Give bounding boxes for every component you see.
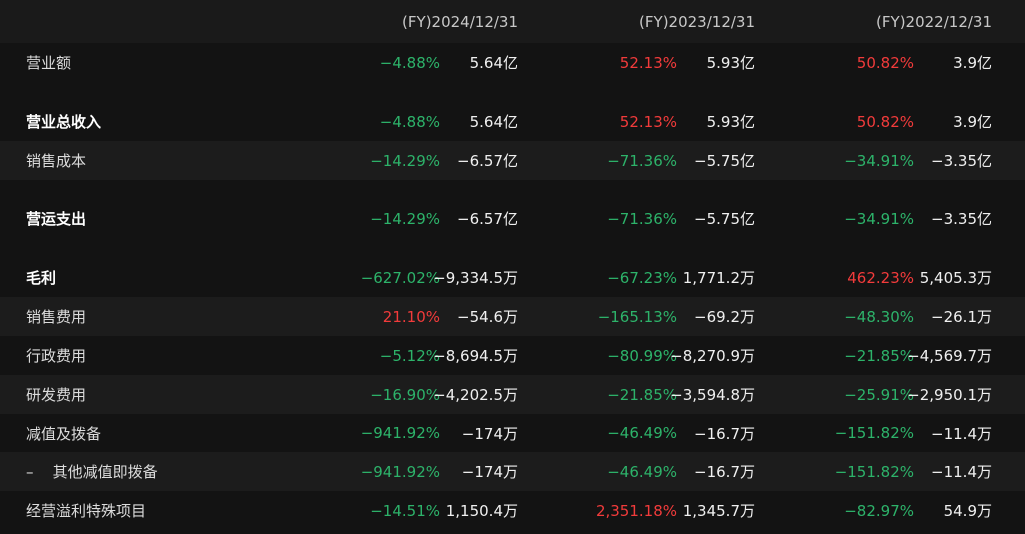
value-2022: 54.9万 (943, 502, 992, 520)
value-2023: −5.75亿 (694, 210, 755, 228)
table-row[interactable]: 营业总收入 −4.88% 5.64亿 52.13% 5.93亿 50.82% 3.9亿 (0, 102, 1025, 141)
value-2022: −2,950.1万 (907, 386, 992, 404)
change-pct-2022: −151.82% (834, 424, 914, 442)
change-pct-2022: 50.82% (856, 112, 914, 131)
value-2024: −6.57亿 (457, 152, 518, 170)
table-row[interactable]: – 其他减值即拨备 −941.92% −174万 −46.49% −16.7万 −151.… (0, 452, 1025, 491)
change-pct-2023: 52.13% (619, 112, 677, 131)
financial-table: (FY)2024/12/31 (FY)2023/12/31 (FY)2022/1… (0, 0, 1025, 534)
change-pct-2023: −46.49% (607, 424, 677, 442)
table-row[interactable]: 营运支出 −14.29% −6.57亿 −71.36% −5.75亿 −34.91% −3.… (0, 199, 1025, 238)
change-pct-2024: −4.88% (379, 112, 440, 131)
value-2024: 5.64亿 (469, 54, 518, 72)
row-label: 经营溢利特殊项目 (26, 502, 147, 520)
value-2024: 5.64亿 (469, 113, 518, 131)
value-2023: −16.7万 (694, 463, 755, 481)
value-2023: −69.2万 (694, 308, 755, 326)
value-2022: 5,405.3万 (919, 269, 992, 287)
value-2024: −54.6万 (457, 308, 518, 326)
change-pct-2023: −80.99% (607, 346, 677, 365)
row-label: – 其他减值即拨备 (26, 463, 158, 481)
value-2022: −3.35亿 (931, 210, 992, 228)
change-pct-2022: 462.23% (847, 268, 914, 287)
table-row[interactable]: 销售费用 21.10% −54.6万 −165.13% −69.2万 −48.30% −26… (0, 297, 1025, 336)
change-pct-2022: −151.82% (834, 462, 914, 481)
table-header: (FY)2024/12/31 (FY)2023/12/31 (FY)2022/1… (0, 0, 1025, 43)
value-2024: −174万 (461, 463, 518, 481)
value-2022: −3.35亿 (931, 152, 992, 170)
change-pct-2023: −165.13% (597, 307, 677, 326)
change-pct-2024: −941.92% (360, 462, 440, 481)
table-row[interactable]: 减值及拨备 −941.92% −174万 −46.49% −16.7万 −151.82% −… (0, 414, 1025, 452)
value-2023: 1,345.7万 (682, 502, 755, 520)
column-header-2023[interactable]: (FY)2023/12/31 (639, 0, 755, 43)
change-pct-2024: −627.02% (360, 268, 440, 287)
row-label: 研发费用 (26, 386, 87, 404)
value-2023: 5.93亿 (706, 113, 755, 131)
row-label: 销售成本 (26, 152, 87, 170)
change-pct-2023: −21.85% (607, 385, 677, 404)
change-pct-2023: −67.23% (607, 268, 677, 287)
change-pct-2022: −82.97% (844, 501, 914, 520)
value-2023: −5.75亿 (694, 152, 755, 170)
column-header-2022[interactable]: (FY)2022/12/31 (876, 0, 992, 43)
value-2023: 5.93亿 (706, 54, 755, 72)
value-2022: −26.1万 (931, 308, 992, 326)
value-2022: −11.4万 (931, 424, 992, 443)
row-label: 行政费用 (26, 347, 87, 365)
change-pct-2024: −5.12% (379, 346, 440, 365)
value-2024: −9,334.5万 (433, 269, 518, 287)
table-row[interactable]: 经营溢利特殊项目 −14.51% 1,150.4万 2,351.18% 1,345.7万… (0, 491, 1025, 530)
change-pct-2024: −14.51% (370, 501, 440, 520)
value-2023: −16.7万 (694, 424, 755, 443)
change-pct-2024: −16.90% (370, 385, 440, 404)
change-pct-2023: −71.36% (607, 151, 677, 170)
value-2022: −11.4万 (931, 463, 992, 481)
change-pct-2023: 2,351.18% (595, 501, 677, 520)
change-pct-2024: −4.88% (379, 53, 440, 72)
value-2024: −174万 (461, 424, 518, 443)
row-label: 减值及拨备 (26, 424, 102, 443)
table-row[interactable]: 销售成本 −14.29% −6.57亿 −71.36% −5.75亿 −34.91% −3.… (0, 141, 1025, 180)
change-pct-2023: −71.36% (607, 209, 677, 228)
value-2024: −6.57亿 (457, 210, 518, 228)
change-pct-2023: −46.49% (607, 462, 677, 481)
value-2022: 3.9亿 (953, 113, 992, 131)
value-2022: −4,569.7万 (907, 347, 992, 365)
row-label: 营业额 (26, 54, 72, 72)
column-header-2024[interactable]: (FY)2024/12/31 (402, 0, 518, 43)
table-row[interactable]: 研发费用 −16.90% −4,202.5万 −21.85% −3,594.8万 −25.… (0, 375, 1025, 414)
table-row[interactable]: 营业额 −4.88% 5.64亿 52.13% 5.93亿 50.82% 3.9亿 (0, 43, 1025, 82)
change-pct-2024: 21.10% (382, 307, 440, 326)
change-pct-2022: −34.91% (844, 209, 914, 228)
change-pct-2023: 52.13% (619, 53, 677, 72)
change-pct-2022: 50.82% (856, 53, 914, 72)
change-pct-2024: −941.92% (360, 424, 440, 442)
table-row[interactable]: 行政费用 −5.12% −8,694.5万 −80.99% −8,270.9万 −21.8… (0, 336, 1025, 375)
value-2023: 1,771.2万 (682, 269, 755, 287)
value-2023: −3,594.8万 (670, 386, 755, 404)
table-row[interactable]: 毛利 −627.02% −9,334.5万 −67.23% 1,771.2万 462.23… (0, 258, 1025, 297)
value-2023: −8,270.9万 (670, 347, 755, 365)
change-pct-2022: −21.85% (844, 346, 914, 365)
change-pct-2022: −25.91% (844, 385, 914, 404)
change-pct-2022: −48.30% (844, 307, 914, 326)
change-pct-2024: −14.29% (370, 151, 440, 170)
value-2024: 1,150.4万 (445, 502, 518, 520)
value-2024: −8,694.5万 (433, 347, 518, 365)
row-label: 营运支出 (26, 210, 87, 228)
value-2022: 3.9亿 (953, 54, 992, 72)
row-label: 销售费用 (26, 308, 87, 326)
row-label: 毛利 (26, 269, 57, 287)
change-pct-2022: −34.91% (844, 151, 914, 170)
change-pct-2024: −14.29% (370, 209, 440, 228)
value-2024: −4,202.5万 (433, 386, 518, 404)
row-label: 营业总收入 (26, 113, 102, 131)
